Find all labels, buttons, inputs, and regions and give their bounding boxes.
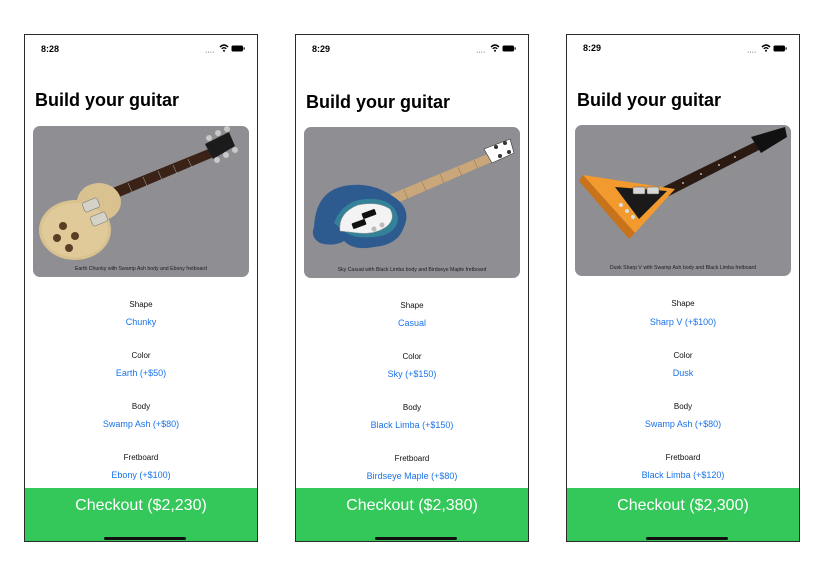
- guitar-caption: Dusk Sharp V with Swamp Ash body and Bla…: [609, 265, 757, 271]
- status-icons: ····: [747, 44, 787, 56]
- option-label-fretboard: Fretboard: [665, 453, 701, 462]
- option-label-body: Body: [131, 402, 151, 411]
- shape-picker[interactable]: Chunky: [25, 317, 257, 327]
- checkout-button[interactable]: Checkout ($2,300): [567, 488, 799, 541]
- option-label-color: Color: [673, 351, 693, 360]
- option-label-fretboard: Fretboard: [123, 453, 159, 462]
- status-bar: 8:28 ····: [25, 35, 257, 63]
- checkout-button[interactable]: Checkout ($2,230): [25, 488, 257, 541]
- color-picker[interactable]: Earth (+$50): [25, 368, 257, 378]
- status-time: 8:29: [583, 43, 602, 53]
- guitar-preview: Earth Chunky with Swamp Ash body and Ebo…: [33, 126, 249, 277]
- page-title: Build your guitar: [306, 92, 450, 112]
- option-label-body: Body: [673, 402, 693, 411]
- option-label-shape: Shape: [671, 299, 695, 308]
- color-picker[interactable]: Sky (+$150): [296, 369, 528, 379]
- ellipsis-signal-icon: ····: [747, 49, 757, 56]
- phone-screen-1: 8:28 ···· Build your guitar Earth Chunky…: [24, 34, 258, 542]
- fretboard-picker[interactable]: Birdseye Maple (+$80): [296, 471, 528, 481]
- body-picker[interactable]: Swamp Ash (+$80): [567, 419, 799, 429]
- home-indicator: [104, 537, 186, 540]
- option-label-color: Color: [131, 351, 151, 360]
- option-label-fretboard: Fretboard: [394, 454, 430, 463]
- checkout-button[interactable]: Checkout ($2,380): [296, 488, 528, 541]
- option-label-shape: Shape: [400, 301, 424, 310]
- page-title: Build your guitar: [35, 90, 179, 110]
- guitar-caption: Sky Casual with Black Limba body and Bir…: [337, 267, 487, 273]
- option-label-body: Body: [402, 403, 422, 412]
- color-picker[interactable]: Dusk: [567, 368, 799, 378]
- shape-picker[interactable]: Casual: [296, 318, 528, 328]
- status-time: 8:29: [312, 44, 331, 54]
- phone-screen-3: 8:29 ···· Build your guitar Dusk Sharp V…: [566, 34, 800, 542]
- battery-icon: [231, 45, 245, 52]
- status-icons: ····: [205, 44, 245, 56]
- status-bar: 8:29 ····: [567, 35, 799, 63]
- battery-icon: [773, 45, 787, 52]
- fretboard-picker[interactable]: Ebony (+$100): [25, 470, 257, 480]
- home-indicator: [646, 537, 728, 540]
- ellipsis-signal-icon: ····: [205, 49, 215, 56]
- page-title: Build your guitar: [577, 90, 721, 110]
- fretboard-picker[interactable]: Black Limba (+$120): [567, 470, 799, 480]
- guitar-preview: Dusk Sharp V with Swamp Ash body and Bla…: [575, 125, 791, 276]
- home-indicator: [375, 537, 457, 540]
- wifi-icon: [219, 44, 229, 52]
- bass-guitar-icon: [312, 138, 515, 249]
- body-picker[interactable]: Swamp Ash (+$80): [25, 419, 257, 429]
- phone-screen-2: 8:29 ···· Build your guitar Sky Casual w…: [295, 34, 529, 542]
- wifi-icon: [761, 44, 771, 52]
- status-time: 8:28: [41, 44, 60, 54]
- option-label-color: Color: [402, 352, 422, 361]
- les-paul-guitar-icon: [39, 126, 238, 260]
- flying-v-guitar-icon: [579, 127, 787, 239]
- wifi-icon: [490, 44, 500, 52]
- status-icons: ····: [476, 44, 516, 56]
- option-label-shape: Shape: [129, 300, 153, 309]
- guitar-caption: Earth Chunky with Swamp Ash body and Ebo…: [74, 266, 208, 272]
- guitar-preview: Sky Casual with Black Limba body and Bir…: [304, 127, 520, 278]
- battery-icon: [502, 45, 516, 52]
- body-picker[interactable]: Black Limba (+$150): [296, 420, 528, 430]
- ellipsis-signal-icon: ····: [476, 49, 486, 56]
- status-bar: 8:29 ····: [296, 35, 528, 63]
- shape-picker[interactable]: Sharp V (+$100): [567, 317, 799, 327]
